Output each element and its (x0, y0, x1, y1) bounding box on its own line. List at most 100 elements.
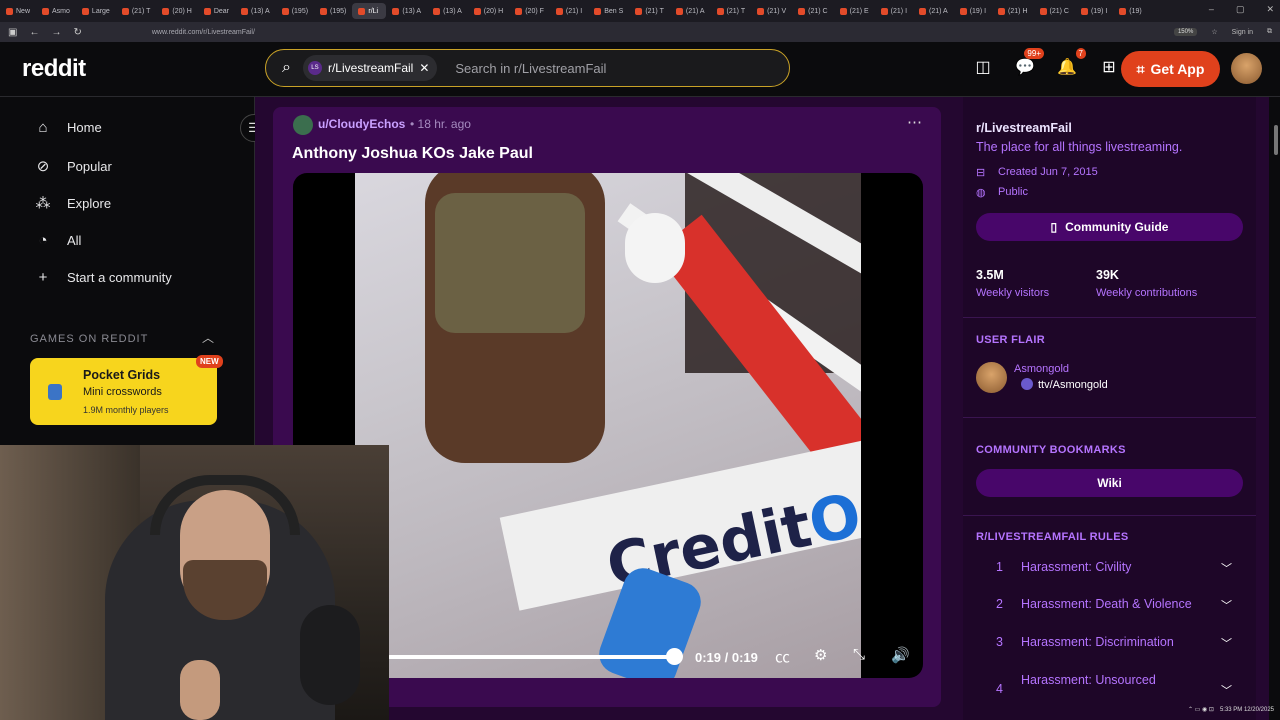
post-time-text: 18 hr. ago (417, 117, 471, 131)
tab-favicon-icon (515, 7, 523, 15)
sidebar-item-label: Popular (67, 158, 112, 174)
ads-icon[interactable]: ◫ (972, 56, 994, 78)
chevron-up-icon[interactable]: ︿ (202, 329, 214, 346)
maximize-icon[interactable]: ▢ (1236, 4, 1245, 15)
chevron-down-icon[interactable]: ﹀ (1221, 560, 1232, 576)
search-bar[interactable]: ⌕ LS r/LivestreamFail ✕ Search in r/Live… (265, 49, 790, 87)
poster-avatar[interactable] (293, 115, 313, 135)
browser-tab[interactable]: (21) C (792, 3, 833, 19)
sidebar-item-explore[interactable]: ⁂ Explore (34, 194, 112, 212)
browser-tab[interactable]: (13) A (427, 3, 468, 19)
chat-badge: 99+ (1024, 48, 1044, 59)
browser-tab[interactable]: (195) (276, 3, 314, 19)
browser-tab[interactable]: (21) H (992, 3, 1033, 19)
browser-tab[interactable]: (21) T (116, 3, 157, 19)
tab-label: (13) A (443, 7, 462, 15)
tab-label: r/Li (368, 7, 379, 15)
tab-label: (195) (291, 7, 309, 15)
sidebar-item-start-community[interactable]: + Start a community (34, 269, 172, 286)
bookmark-star-icon[interactable]: ☆ (1211, 28, 1217, 36)
user-avatar[interactable] (1231, 53, 1262, 84)
back-icon[interactable]: ← (29, 27, 39, 38)
games-heading[interactable]: GAMES ON REDDIT (30, 333, 148, 345)
guide-icon: ▯ (1050, 220, 1058, 234)
tab-label: (21) I (565, 7, 583, 15)
tab-label: (19) I (969, 7, 987, 15)
browser-tab[interactable]: Dear (198, 3, 235, 19)
post-title[interactable]: Anthony Joshua KOs Jake Paul (292, 145, 533, 163)
browser-tab[interactable]: (19) I (1075, 3, 1113, 19)
search-scope-chip[interactable]: LS r/LivestreamFail ✕ (302, 55, 438, 81)
minimize-icon[interactable]: – (1209, 4, 1214, 15)
fullscreen-icon[interactable]: ⤡ (853, 646, 865, 663)
browser-tab[interactable]: (21) A (670, 3, 711, 19)
get-app-button[interactable]: ⌗ Get App (1121, 51, 1220, 87)
browser-tab[interactable]: (20) H (156, 3, 197, 19)
post-author[interactable]: u/CloudyEchos (318, 117, 405, 131)
rule-item[interactable]: 2 Harassment: Death & Violence ﹀ (976, 597, 1246, 615)
sidebar-item-popular[interactable]: ⊘ Popular (34, 157, 112, 175)
flair-username[interactable]: Asmongold (1014, 363, 1069, 375)
page-scrollbar[interactable] (1274, 125, 1278, 155)
sidebar-item-home[interactable]: ⌂ Home (34, 119, 101, 136)
wiki-button[interactable]: Wiki (976, 469, 1243, 497)
video-progress-bar[interactable] (388, 655, 675, 659)
tab-label: (21) A (685, 7, 705, 15)
browser-tab[interactable]: (21) I (875, 3, 913, 19)
browser-tab[interactable]: (19) I (954, 3, 992, 19)
browser-tab[interactable]: (21) T (629, 3, 670, 19)
volume-icon[interactable]: 🔊 (891, 646, 910, 664)
browser-tab[interactable]: (21) I (550, 3, 588, 19)
rule-item[interactable]: 3 Harassment: Discrimination ﹀ (976, 635, 1246, 653)
sidebar-toggle-icon[interactable]: ▣ (8, 27, 17, 38)
browser-tab[interactable]: (21) T (711, 3, 752, 19)
browser-tab[interactable]: New (0, 3, 36, 19)
browser-tab[interactable]: r/Li (352, 3, 387, 19)
captions-icon[interactable]: ㏄ (775, 646, 790, 667)
reddit-logo[interactable]: reddit (22, 55, 86, 83)
tray-icons[interactable]: ⌃ ▭ ◉ ⊡ (1188, 706, 1214, 713)
rule-item[interactable]: 1 Harassment: Civility ﹀ (976, 560, 1246, 578)
community-guide-button[interactable]: ▯ Community Guide (976, 213, 1243, 241)
reload-icon[interactable]: ↻ (73, 27, 81, 38)
browser-tab[interactable]: Asmo (36, 3, 76, 19)
browser-tab[interactable]: Ben S (588, 3, 629, 19)
browser-tab[interactable]: (21) E (834, 3, 875, 19)
browser-tab[interactable]: (13) A (235, 3, 276, 19)
video-scrubber[interactable] (666, 648, 683, 665)
browser-tab[interactable]: (20) F (509, 3, 550, 19)
search-input[interactable]: Search in r/LivestreamFail (455, 61, 606, 76)
browser-tab[interactable]: (21) V (751, 3, 792, 19)
close-icon[interactable]: ✕ (1266, 4, 1274, 15)
create-post-icon[interactable]: ⊞ (1098, 56, 1120, 78)
chat-icon[interactable]: 💬 99+ (1014, 48, 1044, 78)
browser-tab[interactable]: (21) A (913, 3, 954, 19)
more-options-icon[interactable]: ⋯ (907, 113, 922, 131)
sidebar-item-all[interactable]: ◔ All (34, 232, 81, 249)
tab-label: (20) F (525, 7, 544, 15)
community-name[interactable]: r/LivestreamFail (976, 121, 1072, 135)
browser-tab[interactable]: (21) C (1034, 3, 1075, 19)
clear-scope-icon[interactable]: ✕ (419, 61, 429, 75)
rule-item[interactable]: 4 Harassment: Unsourced ﹀ (976, 673, 1246, 697)
tab-favicon-icon (1080, 7, 1088, 15)
extensions-icon[interactable]: ⧉ (1267, 28, 1272, 36)
chevron-down-icon[interactable]: ﹀ (1221, 597, 1232, 613)
browser-tab[interactable]: (20) H (468, 3, 509, 19)
signin-link[interactable]: Sign in (1232, 29, 1253, 36)
rule-number: 2 (996, 597, 1003, 611)
clock-date: 12/20/2025 (1243, 706, 1274, 713)
zoom-level[interactable]: 150% (1173, 28, 1198, 36)
notifications-icon[interactable]: 🔔 7 (1056, 48, 1086, 78)
browser-tab[interactable]: (19) (1113, 3, 1147, 19)
browser-tab[interactable]: (195) (314, 3, 352, 19)
browser-tab[interactable]: Large (76, 3, 116, 19)
game-card[interactable]: Pocket Grids Mini crosswords 1.9M monthl… (30, 358, 217, 425)
chevron-down-icon[interactable]: ﹀ (1221, 682, 1232, 698)
url-text[interactable]: www.reddit.com/r/LivestreamFail/ (152, 29, 255, 36)
flair-avatar[interactable] (976, 362, 1007, 393)
settings-gear-icon[interactable]: ⚙ (814, 646, 827, 664)
forward-icon[interactable]: → (51, 27, 61, 38)
chevron-down-icon[interactable]: ﹀ (1221, 635, 1232, 651)
browser-tab[interactable]: (13) A (386, 3, 427, 19)
